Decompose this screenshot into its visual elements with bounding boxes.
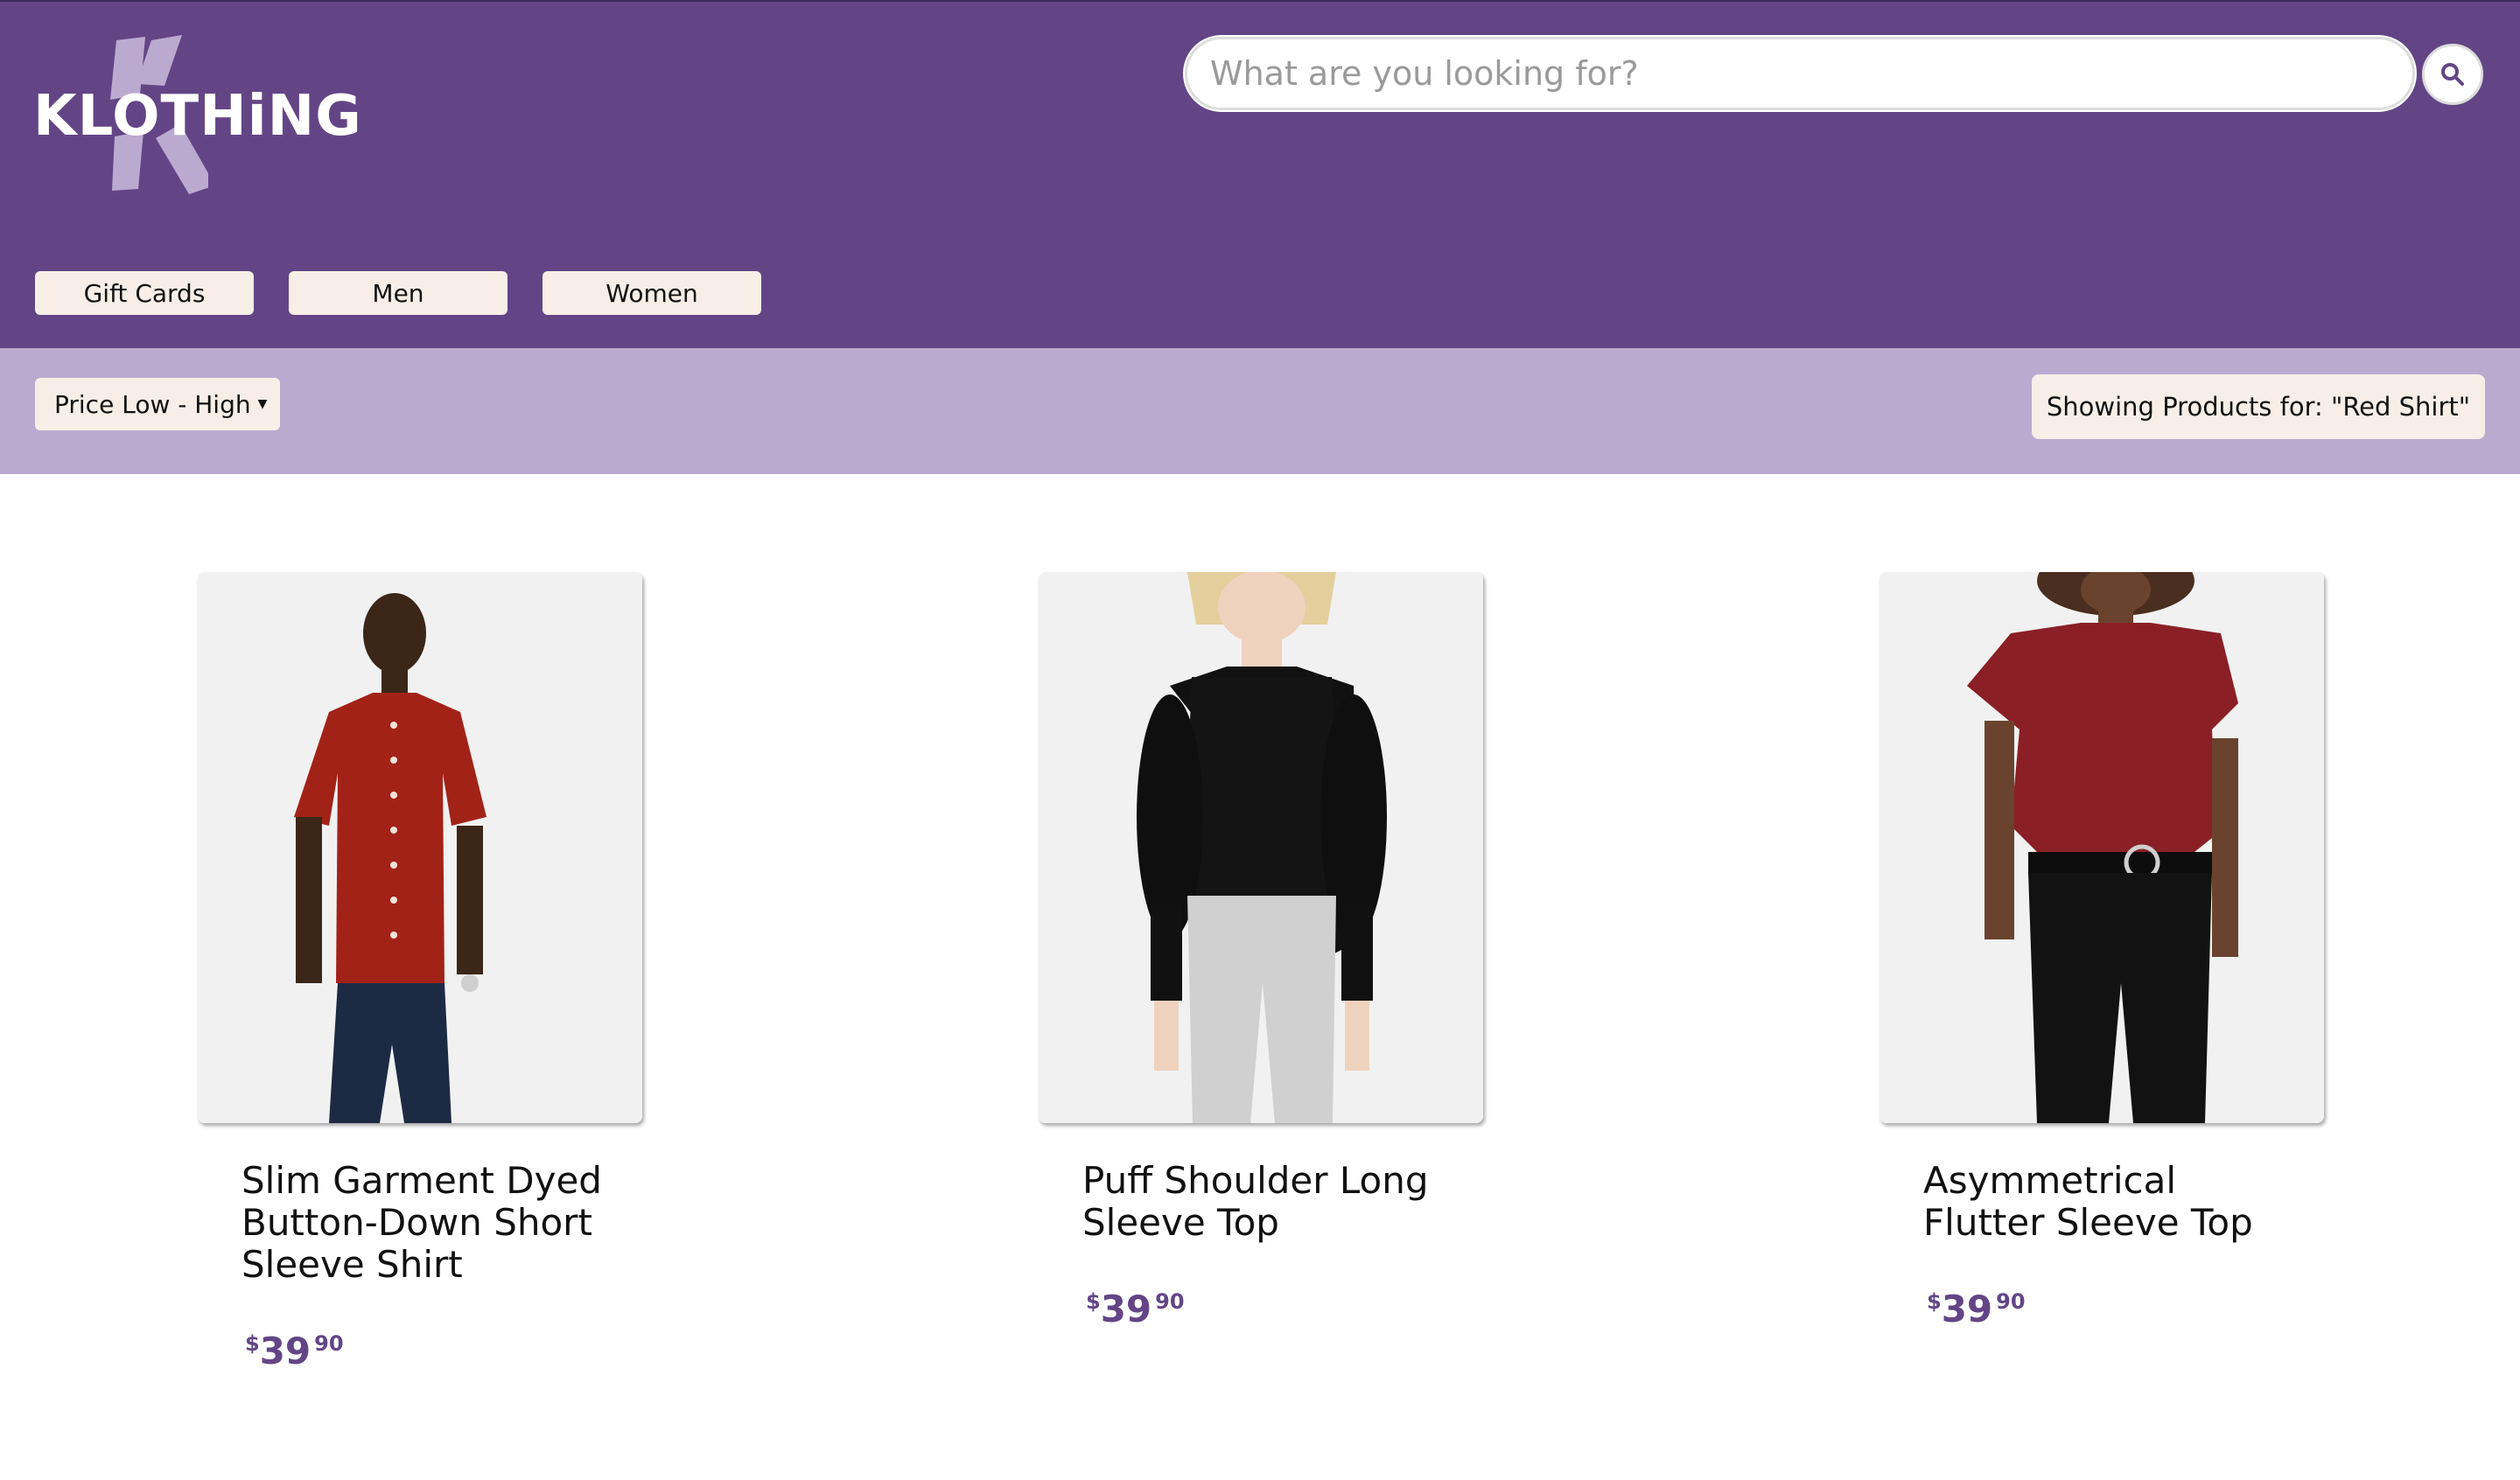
price-currency: $	[1086, 1289, 1101, 1314]
search-input[interactable]	[1187, 39, 2412, 108]
nav-women-button[interactable]: Women	[542, 271, 761, 315]
product-title-3[interactable]: Asymmetrical Flutter Sleeve Top	[1923, 1160, 2308, 1244]
product-image-2[interactable]	[1039, 572, 1483, 1123]
search-results-label: Showing Products for: "Red Shirt"	[2032, 374, 2485, 439]
search-icon	[2441, 63, 2464, 86]
product-price-3: $39 90	[1927, 1288, 2026, 1330]
product-title-2[interactable]: Puff Shoulder Long Sleeve Top	[1082, 1160, 1467, 1244]
logo-wordmark: KLOTHiNG	[33, 84, 362, 149]
site-header: KLOTHiNG Gift Cards Men Women	[0, 0, 2520, 348]
search-box	[1185, 37, 2415, 110]
product-photo-flutter-top	[1880, 572, 2324, 1123]
price-cents: 90	[1996, 1289, 2026, 1314]
product-title-1[interactable]: Slim Garment Dyed Button-Down Short Slee…	[242, 1160, 626, 1286]
product-photo-red-shirt	[198, 572, 642, 1123]
sort-dropdown[interactable]: Price Low - High ▼	[35, 378, 280, 430]
search-button[interactable]	[2422, 44, 2483, 105]
product-image-3[interactable]	[1880, 572, 2324, 1123]
sort-dropdown-label: Price Low - High	[54, 389, 251, 419]
nav-gift-cards-button[interactable]: Gift Cards	[35, 271, 254, 315]
klothing-logo[interactable]: KLOTHiNG	[33, 33, 361, 199]
product-photo-black-top	[1039, 572, 1483, 1123]
price-dollars: 39	[1100, 1288, 1152, 1330]
product-price-2: $39 90	[1086, 1288, 1185, 1330]
price-dollars: 39	[259, 1330, 312, 1372]
product-price-1: $39 90	[245, 1330, 344, 1372]
price-currency: $	[1927, 1289, 1942, 1314]
chevron-down-icon: ▼	[257, 397, 268, 411]
nav-men-button[interactable]: Men	[289, 271, 508, 315]
price-cents: 90	[1155, 1289, 1185, 1314]
price-currency: $	[245, 1331, 260, 1356]
price-dollars: 39	[1941, 1288, 1993, 1330]
price-cents: 90	[314, 1331, 344, 1356]
product-image-1[interactable]	[198, 572, 642, 1123]
